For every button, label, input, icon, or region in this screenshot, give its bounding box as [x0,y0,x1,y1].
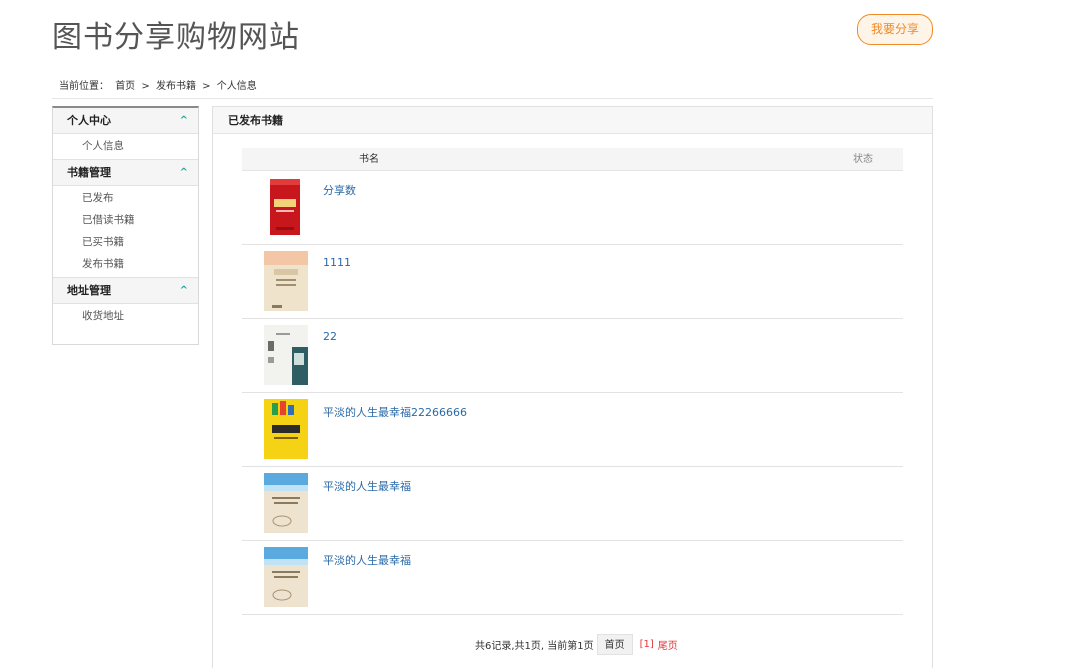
sidebar-item-borrowed[interactable]: 已借读书籍 [53,209,198,231]
white-grey-book-cover[interactable] [264,325,308,385]
panel-title: 已发布书籍 [213,107,932,134]
site-title: 图书分享购物网站 [52,20,300,55]
table-row: 22 [242,319,903,393]
sidebar: 个人中心 ^ 个人信息 书籍管理 ^ 已发布 已借读书籍 已买书籍 发布书籍 地… [52,106,199,345]
breadcrumb-label: 当前位置： [59,81,109,92]
red-book-cover[interactable] [264,177,308,237]
book-title-link[interactable]: 分享数 [323,182,356,198]
beige-book-cover[interactable] [264,251,308,311]
last-page-link[interactable]: 尾页 [658,637,678,652]
sidebar-item-shipping-address[interactable]: 收货地址 [53,305,198,327]
sky-sand-book-cover[interactable] [264,547,308,607]
book-title-link[interactable]: 平淡的人生最幸福22266666 [323,404,467,420]
table-row: 1111 [242,245,903,319]
sidebar-group-books[interactable]: 书籍管理 ^ [53,160,198,186]
table-row: 平淡的人生最幸福 [242,467,903,541]
current-page-indicator: [1] [639,639,654,650]
sidebar-group-personal[interactable]: 个人中心 ^ [53,108,198,134]
share-button[interactable]: 我要分享 [857,14,933,45]
book-title-link[interactable]: 平淡的人生最幸福 [323,478,411,494]
breadcrumb-separator: > [202,81,211,92]
book-title-link[interactable]: 22 [323,330,337,343]
sidebar-group-label: 地址管理 [67,284,111,297]
sidebar-group-label: 书籍管理 [67,166,111,179]
book-title-link[interactable]: 平淡的人生最幸福 [323,552,411,568]
chevron-up-icon[interactable]: ^ [180,160,188,186]
breadcrumb-profile[interactable]: 个人信息 [217,81,257,92]
column-status: 状态 [853,154,873,165]
sidebar-item-published[interactable]: 已发布 [53,187,198,209]
breadcrumb-separator: > [141,81,150,92]
sidebar-group-label: 个人中心 [67,114,111,127]
breadcrumb-divider [52,98,933,99]
first-page-button[interactable]: 首页 [596,634,633,655]
pagination: 共6记录,共1页, 当前第1页 首页 [1] 尾页 [475,634,678,655]
chevron-up-icon[interactable]: ^ [180,108,188,134]
column-book-name: 书名 [359,154,379,165]
published-books-panel: 已发布书籍 书名 状态 分享数 1111 22 平淡的人生最幸福22266666… [212,106,933,668]
sidebar-group-address[interactable]: 地址管理 ^ [53,278,198,304]
breadcrumb: 当前位置： 首页 > 发布书籍 > 个人信息 [59,77,260,92]
pagination-summary: 共6记录,共1页, 当前第1页 [475,641,594,652]
table-row: 平淡的人生最幸福22266666 [242,393,903,467]
yellow-book-cover[interactable] [264,399,308,459]
breadcrumb-publish[interactable]: 发布书籍 [156,81,196,92]
sidebar-item-bought[interactable]: 已买书籍 [53,231,198,253]
chevron-up-icon[interactable]: ^ [180,278,188,304]
sidebar-item-profile[interactable]: 个人信息 [53,135,198,157]
sidebar-item-publish-book[interactable]: 发布书籍 [53,253,198,275]
table-header: 书名 状态 [242,148,903,171]
book-title-link[interactable]: 1111 [323,256,351,269]
sky-sand-book-cover[interactable] [264,473,308,533]
table-row: 平淡的人生最幸福 [242,541,903,615]
table-row: 分享数 [242,171,903,245]
books-table: 书名 状态 分享数 1111 22 平淡的人生最幸福22266666 平淡的人生… [242,148,903,615]
breadcrumb-home[interactable]: 首页 [115,81,135,92]
